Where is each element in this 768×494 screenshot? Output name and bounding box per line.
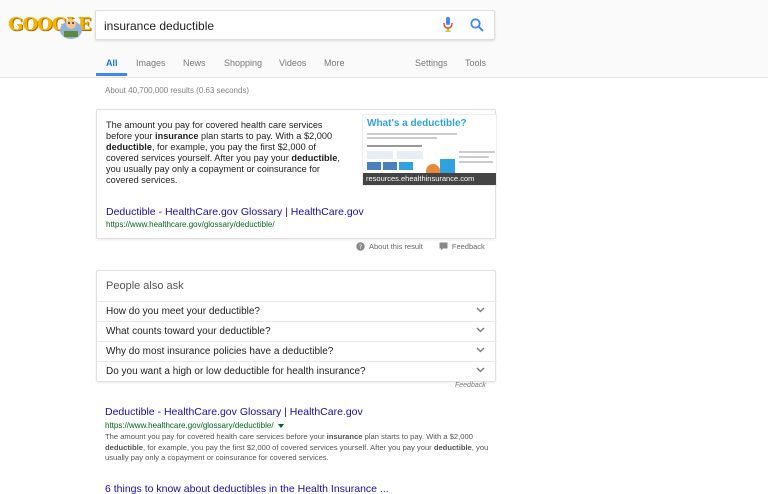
result-url: https://www.healthcare.gov/glossary/dedu… [105,421,284,430]
svg-text:?: ? [359,243,362,251]
microphone-icon[interactable] [443,17,453,33]
about-this-result[interactable]: ? About this result [356,242,423,251]
tab-shopping[interactable]: Shopping [224,58,262,68]
about-result-row: ? About this result Feedback [356,242,485,253]
feedback-link[interactable]: Feedback [439,242,485,251]
tab-all[interactable]: All [106,58,118,68]
caret-down-icon[interactable] [277,423,284,428]
google-doodle-logo[interactable]: GOOGLE [8,14,91,40]
feedback-icon [439,242,448,251]
settings-link[interactable]: Settings [415,58,448,68]
snippet-text: The amount you pay for covered health ca… [106,120,340,185]
paa-question-text: How do you meet your deductible? [106,306,260,317]
result-title-link[interactable]: Deductible - HealthCare.gov Glossary | H… [105,406,363,418]
snippet-title-link[interactable]: Deductible - HealthCare.gov Glossary | H… [106,206,364,218]
search-icon[interactable] [470,18,484,32]
tab-more[interactable]: More [324,58,345,68]
tab-images[interactable]: Images [136,58,166,68]
snippet-image[interactable]: What's a deductible? resources.ehealthin… [362,114,497,186]
paa-question-text: What counts toward your deductible? [106,326,271,337]
chevron-down-icon [476,307,485,313]
paa-question-text: Do you want a high or low deductible for… [106,366,366,377]
snippet-image-title: What's a deductible? [367,118,467,129]
search-box [95,10,495,40]
tools-link[interactable]: Tools [465,58,486,68]
result-title-link[interactable]: 6 things to know about deductibles in th… [105,483,389,494]
tab-videos[interactable]: Videos [279,58,306,68]
doodle-figure-icon [60,19,82,39]
chevron-down-icon [476,327,485,333]
paa-question[interactable]: Why do most insurance policies have a de… [97,341,497,361]
paa-question[interactable]: How do you meet your deductible? [97,301,497,321]
paa-title: People also ask [106,280,184,292]
snippet-image-caption: resources.ehealthinsurance.com [363,173,496,185]
paa-question-text: Why do most insurance policies have a de… [106,346,334,357]
featured-snippet: The amount you pay for covered health ca… [96,109,497,239]
paa-question[interactable]: Do you want a high or low deductible for… [97,361,497,381]
active-tab-indicator [96,73,127,76]
paa-question[interactable]: What counts toward your deductible? [97,321,497,341]
about-label: About this result [369,242,423,251]
header: GOOGLE All Images News Shopping Videos M… [0,0,768,78]
result-snippet: The amount you pay for covered health ca… [105,432,489,462]
result-url-text: https://www.healthcare.gov/glossary/dedu… [105,421,274,430]
tab-news[interactable]: News [183,58,206,68]
chevron-down-icon [476,347,485,353]
search-input[interactable] [104,16,434,36]
people-also-ask: People also ask How do you meet your ded… [96,270,497,382]
result-stats: About 40,700,000 results (0.63 seconds) [105,86,250,95]
paa-feedback-link[interactable]: Feedback [455,382,486,389]
snippet-url: https://www.healthcare.gov/glossary/dedu… [106,220,275,229]
chevron-down-icon [476,367,485,373]
question-circle-icon: ? [356,242,365,251]
feedback-label: Feedback [451,242,485,251]
